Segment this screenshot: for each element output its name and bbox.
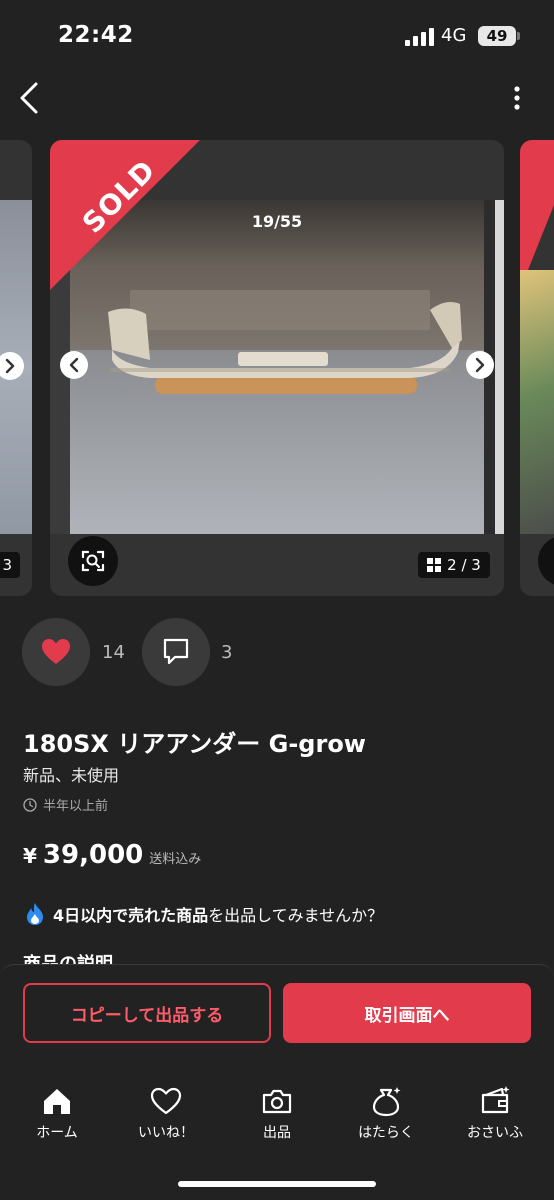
home-indicator[interactable] xyxy=(178,1181,376,1187)
previous-card-arrow[interactable] xyxy=(0,352,24,380)
sold-ribbon xyxy=(50,140,200,290)
like-count: 14 xyxy=(102,642,125,663)
tab-sell-label: 出品 xyxy=(263,1125,291,1141)
battery-icon: 49 xyxy=(478,26,516,46)
tab-work[interactable]: はたらく xyxy=(331,1084,441,1142)
home-icon xyxy=(44,1089,70,1114)
battery-tip xyxy=(517,32,520,40)
sell-promo-link[interactable]: 4日以内で売れた商品を出品してみませんか？ xyxy=(25,902,383,926)
heart-outline-icon xyxy=(150,1087,182,1115)
page-indicator-text: 2 / 3 xyxy=(447,556,481,574)
product-title: 180SX リアアンダー G-grow xyxy=(23,730,366,758)
next-image-button[interactable] xyxy=(466,351,494,379)
network-label: 4G xyxy=(441,25,467,46)
status-bar: 22:42 4G 49 xyxy=(0,0,554,70)
tab-wallet-label: おさいふ xyxy=(467,1125,523,1141)
price-currency: ¥ xyxy=(23,844,37,868)
bottom-action-sheet: コピーして出品する 取引画面へ xyxy=(0,964,554,1200)
product-image-card[interactable]: 19/55 SOLD 2 / 3 xyxy=(50,140,504,596)
price-value: 39,000 xyxy=(42,840,144,870)
tab-home[interactable]: ホーム xyxy=(2,1084,112,1142)
shipping-label: 送料込み xyxy=(149,852,202,867)
wallet-icon xyxy=(481,1086,510,1114)
previous-card-page: 3 xyxy=(0,552,20,578)
image-carousel[interactable]: 3 19/55 SOLD 2 / 3 xyxy=(0,140,554,598)
money-bag-icon xyxy=(372,1087,401,1117)
like-button[interactable] xyxy=(22,618,90,686)
comment-button[interactable] xyxy=(142,618,210,686)
flame-icon xyxy=(27,903,43,925)
page-indicator[interactable]: 2 / 3 xyxy=(418,552,490,578)
tab-wallet[interactable]: おさいふ xyxy=(440,1084,550,1142)
promo-bold-text: 4日以内で売れた商品 xyxy=(53,906,209,925)
next-card[interactable] xyxy=(520,140,554,596)
more-vertical-icon xyxy=(514,86,520,110)
clock-icon xyxy=(23,797,37,812)
chevron-left-icon xyxy=(20,82,38,114)
price: ¥ 39,000 送料込み xyxy=(23,840,201,870)
bottom-tab-bar: ホーム いいね！ 出品 はたらく おさいふ xyxy=(0,1084,554,1164)
tab-likes[interactable]: いいね！ xyxy=(111,1084,221,1142)
status-time: 22:42 xyxy=(58,22,134,48)
chevron-left-icon xyxy=(69,357,79,373)
posted-time-text: 半年以上前 xyxy=(43,799,109,814)
product-condition: 新品、未使用 xyxy=(23,766,120,785)
posted-time: 半年以上前 xyxy=(23,795,108,814)
grid-icon xyxy=(427,558,442,572)
prev-image-button[interactable] xyxy=(60,351,88,379)
promo-text: を出品してみませんか？ xyxy=(208,906,384,925)
previous-card[interactable]: 3 xyxy=(0,140,32,596)
tab-home-label: ホーム xyxy=(36,1125,78,1141)
camera-icon xyxy=(262,1089,292,1114)
comment-count: 3 xyxy=(221,642,233,663)
copy-and-list-button[interactable]: コピーして出品する xyxy=(23,983,271,1043)
signal-icon xyxy=(405,28,435,46)
social-actions: 14 3 xyxy=(22,618,322,688)
more-options-button[interactable] xyxy=(504,80,530,116)
chevron-right-icon xyxy=(475,357,485,373)
tab-work-label: はたらく xyxy=(358,1125,414,1141)
tab-likes-label: いいね！ xyxy=(138,1125,194,1141)
next-card-sold-ribbon xyxy=(520,140,554,290)
back-button[interactable] xyxy=(12,78,48,118)
next-card-scan-button[interactable] xyxy=(538,536,554,586)
comment-icon xyxy=(163,638,189,665)
scan-search-icon xyxy=(81,550,105,572)
chevron-right-icon xyxy=(5,358,15,374)
tab-sell[interactable]: 出品 xyxy=(222,1084,332,1142)
heart-icon xyxy=(42,639,70,664)
go-to-transaction-button[interactable]: 取引画面へ xyxy=(283,983,531,1043)
image-search-button[interactable] xyxy=(68,536,118,586)
next-photo xyxy=(520,270,554,534)
